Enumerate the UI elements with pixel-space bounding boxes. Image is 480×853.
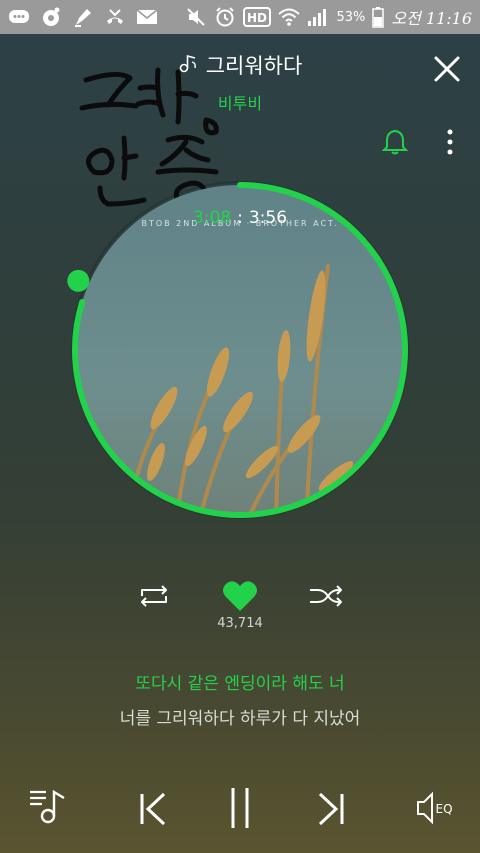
bell-icon (381, 129, 409, 155)
previous-button[interactable] (138, 792, 168, 830)
alarm-icon (214, 6, 236, 28)
battery-icon (372, 6, 385, 28)
playlist-button[interactable] (28, 786, 68, 830)
progress-handle[interactable] (67, 269, 90, 292)
notification-button[interactable] (381, 128, 409, 156)
lyric-current[interactable]: 또다시 같은 엔딩이라 해도 너 (0, 669, 480, 694)
mute-icon (185, 6, 207, 28)
eq-button[interactable]: EQ (414, 790, 458, 830)
chat-icon (8, 6, 30, 28)
pause-icon (231, 788, 249, 828)
svg-text:HD: HD (247, 11, 267, 25)
album-art (67, 181, 409, 519)
mail-icon (136, 6, 158, 28)
pause-button[interactable] (228, 786, 252, 834)
eq-label: EQ (435, 802, 452, 816)
battery-percent: 53% (336, 9, 366, 25)
like-button[interactable] (222, 580, 258, 616)
close-icon (434, 56, 460, 82)
playback-bar: EQ (0, 782, 480, 836)
like-count: 43,714 (217, 616, 263, 631)
eq-icon: EQ (417, 791, 453, 825)
signal-icon (307, 6, 329, 28)
next-icon (318, 792, 344, 826)
next-button[interactable] (316, 792, 346, 830)
more-vertical-icon (447, 129, 453, 155)
pen-icon (72, 6, 94, 28)
repeat-button[interactable] (136, 584, 172, 612)
heart-icon (223, 581, 257, 611)
repeat-icon (141, 585, 167, 607)
status-bar: HD 53% 오전 11:16 (0, 0, 480, 34)
time-separator: : (237, 208, 243, 228)
hd-voice-icon: HD (243, 6, 272, 28)
missed-call-icon (104, 6, 126, 28)
album-disc (66, 176, 414, 524)
wifi-icon (278, 6, 301, 28)
clock: 오전 11:16 (391, 9, 472, 28)
playlist-icon (30, 789, 65, 824)
media-icon (40, 6, 62, 28)
shuffle-button[interactable] (308, 584, 344, 612)
total-duration: 3:56 (248, 208, 288, 228)
previous-icon (140, 792, 166, 826)
more-options-button[interactable] (446, 128, 454, 156)
time-display: 3:08:3:56 (0, 208, 480, 228)
close-button[interactable] (432, 54, 462, 84)
elapsed-time: 3:08 (192, 208, 232, 228)
action-controls (0, 580, 480, 620)
shuffle-icon (310, 585, 342, 607)
lyric-next[interactable]: 너를 그리워하다 하루가 다 지났어 (0, 704, 480, 729)
